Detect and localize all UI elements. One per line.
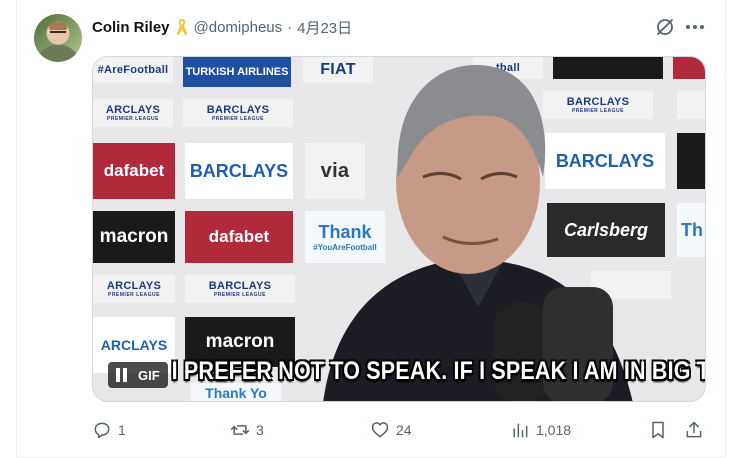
more-options-icon[interactable]: [684, 16, 706, 38]
board-text: ARCLAYS: [105, 103, 161, 116]
grok-icon[interactable]: [654, 16, 676, 38]
tweet-header: Colin Riley @domipheus · 4月23日: [92, 16, 352, 38]
board-subtext: PREMIER LEAGUE: [211, 115, 264, 122]
board-macron: macron: [93, 211, 175, 263]
repost-count: 3: [256, 422, 264, 438]
avatar-glasses: [50, 31, 66, 35]
ribbon-icon: [175, 18, 189, 36]
pause-icon[interactable]: [116, 368, 128, 382]
board-text: macron: [99, 226, 169, 247]
tweet-actions: 1 3 24 1,018: [90, 416, 710, 444]
board-red-strip: [673, 57, 705, 79]
analytics-icon: [513, 423, 528, 438]
board-text: BARCLAYS: [208, 279, 272, 292]
board-text: BARCLAYS: [189, 160, 289, 181]
reply-count: 1: [118, 422, 126, 438]
board-text: ARCLAYS: [100, 337, 168, 353]
board-turkish: TURKISH AIRLINES: [183, 57, 291, 87]
reply-icon: [94, 422, 110, 439]
gif-caption: I PREFER NOT TO SPEAK. IF I SPEAK I AM I…: [171, 357, 705, 385]
board-subtext: PREMIER LEAGUE: [107, 291, 160, 298]
view-count: 1,018: [536, 422, 572, 438]
heart-icon: [371, 422, 389, 438]
board-text: dafabet: [103, 161, 165, 180]
board-text: macron: [205, 331, 275, 352]
board-barclays-small: ARCLAYS PREMIER LEAGUE: [93, 99, 173, 127]
board-dafabet: dafabet: [185, 211, 293, 263]
board-text: Th: [681, 219, 703, 240]
board-text: TURKISH AIRLINES: [185, 66, 289, 78]
board-subtext: PREMIER LEAGUE: [213, 291, 266, 298]
board-text: #AreFootball: [97, 63, 169, 76]
like-button[interactable]: 24: [370, 416, 412, 444]
board-barclays-small: BARCLAYS PREMIER LEAGUE: [183, 99, 293, 127]
board-text: Thank Yo: [205, 385, 267, 401]
views-button[interactable]: 1,018: [510, 416, 571, 444]
board-barclays-small: [677, 91, 705, 119]
gif-controls[interactable]: GIF: [108, 362, 168, 388]
board-dark-strip: [677, 133, 705, 189]
repost-button[interactable]: 3: [230, 416, 264, 444]
avatar-hair: [49, 22, 67, 30]
gif-media[interactable]: #AreFootball TURKISH AIRLINES FIAT tball…: [92, 56, 706, 402]
tweet-date[interactable]: 4月23日: [297, 17, 352, 38]
board-thank: Th: [677, 203, 705, 257]
board-subtext: PREMIER LEAGUE: [106, 115, 159, 122]
reply-button[interactable]: 1: [92, 416, 126, 444]
board-barclays-big: BARCLAYS: [185, 143, 293, 199]
speaker-figure: [323, 64, 633, 401]
share-button[interactable]: [684, 416, 704, 444]
board-text: BARCLAYS: [206, 103, 270, 116]
author-name[interactable]: Colin Riley: [92, 19, 170, 36]
board-dafabet: dafabet: [93, 143, 175, 199]
board-barclays-small: BARCLAYS PREMIER LEAGUE: [185, 275, 295, 303]
board-text: dafabet: [208, 227, 270, 246]
author-handle[interactable]: @domipheus: [194, 19, 283, 36]
gif-label: GIF: [138, 367, 160, 383]
board-text: ARCLAYS: [106, 279, 162, 292]
board-barclays-small: ARCLAYS PREMIER LEAGUE: [93, 275, 175, 303]
bookmark-button[interactable]: [648, 416, 668, 444]
bookmark-icon: [652, 421, 664, 439]
separator-dot: ·: [287, 18, 293, 36]
share-icon: [686, 421, 702, 438]
board-afootball: #AreFootball: [93, 57, 173, 83]
like-count: 24: [396, 422, 412, 438]
repost-icon: [230, 425, 250, 435]
avatar[interactable]: [34, 14, 82, 62]
